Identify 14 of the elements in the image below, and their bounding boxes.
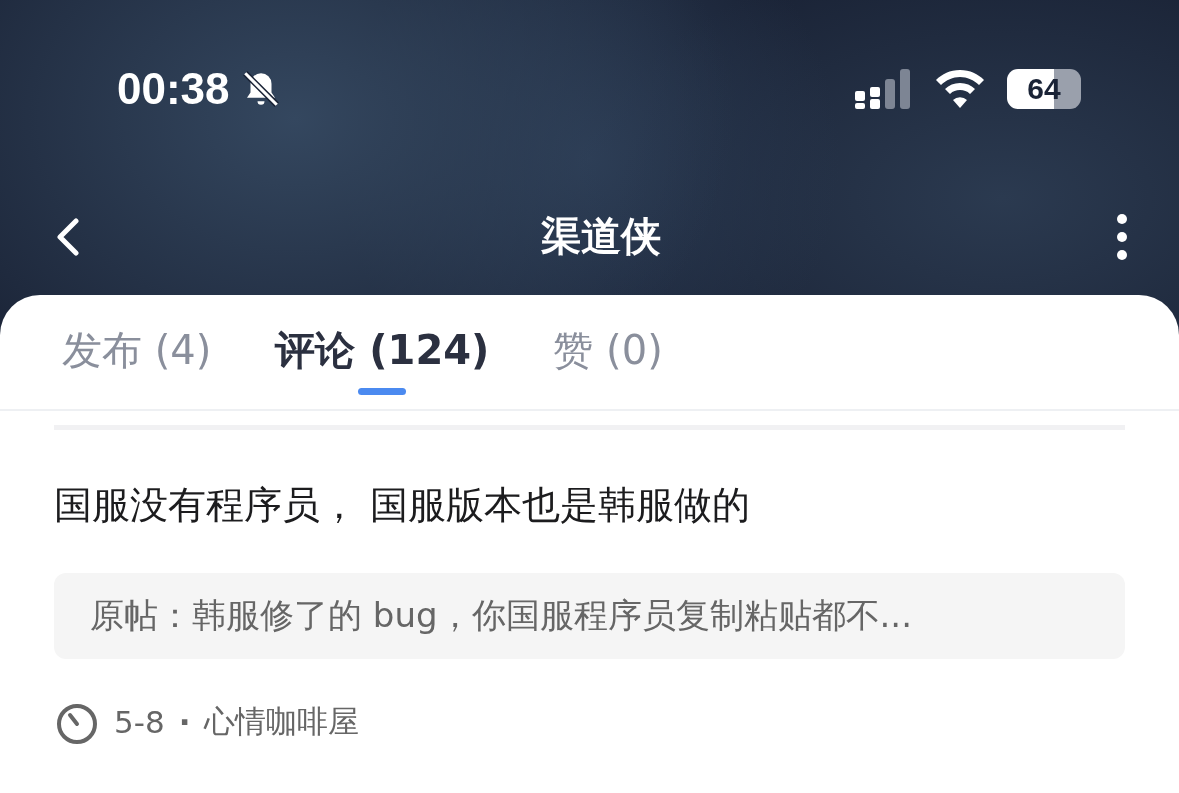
wifi-icon xyxy=(935,70,985,108)
tab[interactable]: 赞 (0) xyxy=(553,323,663,409)
tab[interactable]: 评论 (124) xyxy=(275,323,490,409)
comment-text: 国服没有程序员， 国服版本也是韩服做的 xyxy=(54,482,752,529)
tab[interactable]: 发布 (4) xyxy=(62,323,212,409)
status-time: 00:38 xyxy=(117,64,230,114)
comment-date: 5-8 xyxy=(114,704,165,740)
separator-dot: · xyxy=(178,704,191,740)
quoted-post[interactable]: 原帖：韩服修了的 bug，你国服程序员复制粘贴都不... xyxy=(54,573,1125,659)
signal-icon xyxy=(855,69,913,109)
page-title: 渠道侠 xyxy=(540,212,661,261)
more-button[interactable] xyxy=(1115,212,1129,261)
forum-name[interactable]: 心情咖啡屋 xyxy=(204,701,360,743)
battery-percent: 64 xyxy=(1027,72,1061,106)
